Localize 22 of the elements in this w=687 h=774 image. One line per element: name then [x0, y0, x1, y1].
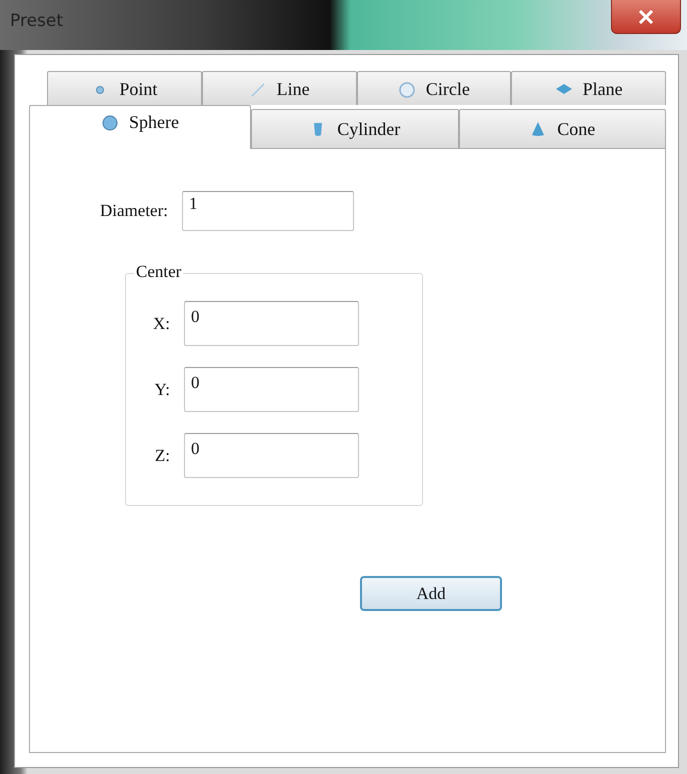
tab[interactable]: Cylinder: [251, 109, 458, 149]
coordinate-field[interactable]: 0: [184, 433, 359, 478]
field-label: Y:: [154, 380, 170, 400]
close-button[interactable]: [611, 0, 681, 34]
tab[interactable]: Cone: [458, 109, 666, 149]
coordinate-field[interactable]: 0: [184, 367, 359, 412]
add-button[interactable]: Add: [360, 576, 502, 611]
tab[interactable]: Point: [47, 71, 202, 105]
tab[interactable]: Circle: [356, 71, 512, 105]
line-icon: [248, 80, 267, 98]
sphere-icon: [101, 114, 119, 132]
close-icon: [638, 10, 654, 24]
diameter-field[interactable]: 1: [182, 191, 354, 231]
window-title: Preset: [10, 11, 64, 31]
tab[interactable]: Sphere: [29, 105, 251, 149]
field-label: X:: [152, 314, 170, 334]
tab[interactable]: Plane: [511, 71, 666, 105]
tab[interactable]: Line: [202, 71, 356, 105]
field-label: Z:: [154, 446, 170, 466]
field-label: Diameter:: [100, 201, 168, 221]
circle-icon: [398, 80, 416, 98]
coordinate-field[interactable]: 0: [184, 301, 359, 346]
